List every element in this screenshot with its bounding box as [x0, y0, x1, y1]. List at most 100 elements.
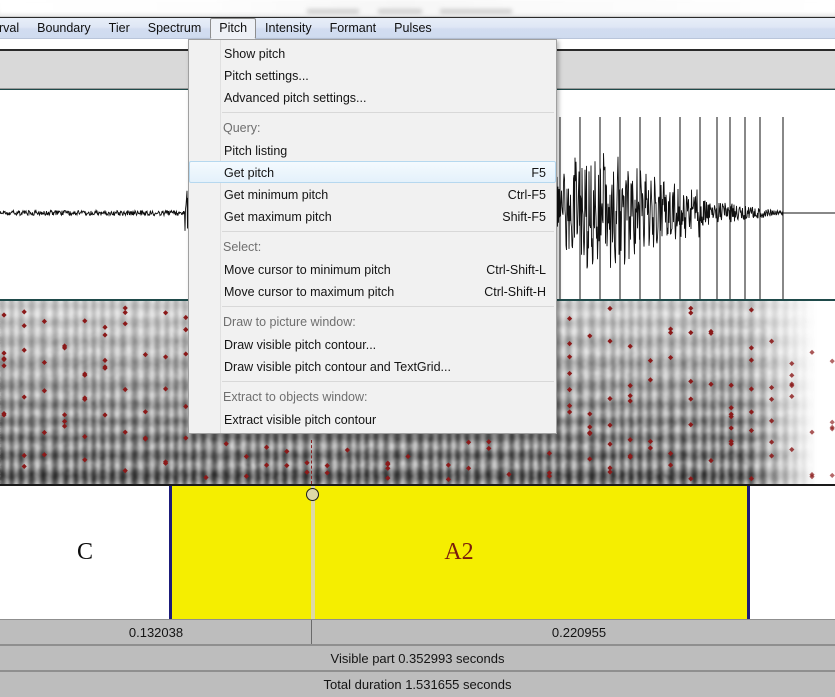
menu-item-get-minimum-pitch-label: Get minimum pitch	[224, 188, 329, 202]
formant-dot	[385, 475, 391, 481]
formant-dot	[304, 460, 310, 466]
formant-dot	[748, 409, 754, 415]
menu-item-pitch-listing[interactable]: Pitch listing	[189, 139, 556, 161]
textgrid-tier[interactable]: C A2	[0, 484, 835, 620]
menu-item-show-pitch-label: Show pitch	[224, 47, 286, 61]
formant-dot	[163, 386, 169, 392]
formant-dot	[789, 372, 795, 378]
formant-dot	[21, 394, 27, 400]
formant-dot	[142, 435, 148, 441]
menu-item-draw-visible-pitch-contour[interactable]: Draw visible pitch contour...	[189, 333, 556, 355]
formant-dot	[41, 452, 47, 458]
menu-item-extract-visible-pitch-contour[interactable]: Extract visible pitch contour	[189, 408, 556, 430]
menu-item-show-pitch[interactable]: Show pitch	[189, 42, 556, 64]
formant-dot	[607, 422, 613, 428]
formant-dot	[21, 347, 27, 353]
menu-item-move-cursor-max-pitch[interactable]: Move cursor to maximum pitch Ctrl-Shift-H	[189, 280, 556, 302]
formant-dot	[122, 305, 128, 311]
formant-dot	[587, 411, 593, 417]
menu-separator-4	[222, 381, 554, 382]
formant-dot	[546, 473, 552, 479]
formant-dot	[324, 470, 330, 476]
formant-dot	[728, 382, 734, 388]
menu-item-get-pitch-shortcut: F5	[531, 166, 546, 180]
cursor-tick	[311, 620, 312, 644]
menu-boundary[interactable]: Boundary	[28, 18, 100, 39]
formant-dot	[223, 441, 229, 447]
cursor-line-spectrogram	[311, 440, 312, 484]
formant-dot	[243, 473, 249, 479]
formant-dot	[62, 412, 68, 418]
selection-time-bar: 0.132038 0.220955	[0, 619, 835, 645]
menu-header-draw-label: Draw to picture window:	[223, 315, 356, 329]
formant-dot	[567, 403, 573, 409]
formant-dot	[41, 429, 47, 436]
formant-dot	[102, 412, 108, 418]
formant-dot	[122, 386, 128, 393]
formant-dot	[567, 370, 573, 377]
formant-dot	[809, 349, 815, 355]
menu-item-get-pitch[interactable]: Get pitch F5	[189, 161, 556, 183]
formant-dot	[627, 343, 633, 349]
formant-dot	[748, 345, 754, 351]
menu-item-get-minimum-pitch[interactable]: Get minimum pitch Ctrl-F5	[189, 183, 556, 205]
formant-dot	[264, 444, 270, 450]
menu-item-draw-visible-pitch-contour-textgrid-label: Draw visible pitch contour and TextGrid.…	[224, 360, 451, 374]
formant-dot	[304, 469, 310, 475]
formant-dot	[769, 439, 775, 445]
menu-item-get-maximum-pitch[interactable]: Get maximum pitch Shift-F5	[189, 205, 556, 227]
formant-dot	[607, 305, 613, 312]
formant-dot	[627, 393, 633, 399]
menu-item-move-cursor-min-pitch[interactable]: Move cursor to minimum pitch Ctrl-Shift-L	[189, 258, 556, 280]
formant-dot	[728, 405, 734, 411]
formant-dot	[688, 310, 694, 316]
cursor-handle-circle[interactable]	[306, 488, 319, 501]
formant-dot	[789, 393, 795, 400]
menu-interval[interactable]: rval	[0, 18, 28, 39]
total-duration-text: Total duration 1.531655 seconds	[323, 677, 512, 692]
menu-header-extract: Extract to objects window:	[189, 386, 556, 408]
formant-dot	[466, 465, 472, 471]
formant-dot	[647, 445, 653, 451]
cursor-line-tier[interactable]	[311, 486, 315, 619]
formant-dot	[82, 318, 88, 324]
menu-item-advanced-pitch-settings-label: Advanced pitch settings...	[224, 91, 367, 105]
formant-dot	[607, 441, 613, 447]
menu-item-draw-visible-pitch-contour-textgrid[interactable]: Draw visible pitch contour and TextGrid.…	[189, 355, 556, 377]
interval-label-selected: A2	[444, 539, 474, 565]
formant-dot	[183, 435, 189, 441]
menu-item-get-maximum-pitch-shortcut: Shift-F5	[502, 210, 546, 224]
formant-dot	[324, 463, 330, 469]
formant-dot	[62, 418, 68, 424]
total-duration-bar: Total duration 1.531655 seconds	[0, 671, 835, 697]
menu-intensity[interactable]: Intensity	[256, 18, 321, 39]
menu-formant[interactable]: Formant	[321, 18, 386, 39]
menu-item-pitch-settings[interactable]: Pitch settings...	[189, 64, 556, 86]
formant-dot	[1, 312, 7, 318]
pitch-dropdown-menu[interactable]: Show pitch Pitch settings... Advanced pitc…	[188, 39, 557, 434]
formant-dot	[203, 474, 209, 481]
formant-dot	[748, 357, 754, 363]
menu-tier[interactable]: Tier	[100, 18, 139, 39]
formant-dot	[344, 447, 350, 453]
praat-textgrid-editor-window: rval Boundary Tier Spectrum Pitch Intensity Fo…	[0, 0, 835, 697]
background-ghost-text-2	[378, 9, 422, 14]
formant-dot	[769, 418, 775, 424]
formant-dot	[829, 419, 835, 425]
menu-spectrum[interactable]: Spectrum	[139, 18, 211, 39]
formant-dot	[708, 381, 714, 387]
formant-dot	[829, 358, 835, 364]
menu-pulses[interactable]: Pulses	[385, 18, 441, 39]
formant-dot	[748, 476, 754, 482]
formant-dot	[647, 377, 653, 383]
menu-item-advanced-pitch-settings[interactable]: Advanced pitch settings...	[189, 86, 556, 108]
formant-dot	[82, 457, 88, 463]
formant-dot	[789, 446, 795, 453]
formant-dot	[405, 453, 411, 460]
formant-dot	[284, 462, 290, 469]
formant-dot	[445, 476, 451, 482]
menu-separator-2	[222, 231, 554, 232]
menu-pitch[interactable]: Pitch	[210, 17, 257, 39]
visible-part-text: Visible part 0.352993 seconds	[330, 650, 505, 666]
menu-separator-3	[222, 306, 554, 307]
